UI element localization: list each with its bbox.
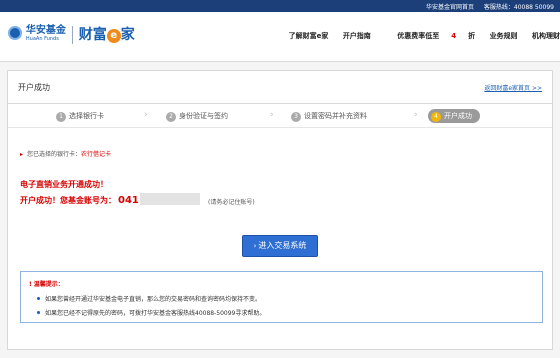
warning-icon: ! [29, 281, 32, 288]
tip-text: 如果您已经不记得原先的密码，可拨打华安基金客服热线40088-50099寻求帮助… [45, 310, 266, 317]
logo[interactable]: 华安基金 HuaAn Funds 财富 e 家 [8, 26, 135, 44]
nav-item-discount[interactable]: 优惠费率低至 4 折 [385, 32, 475, 40]
tips-title: ! 温馨提示： [29, 279, 64, 288]
bank-value: 农行借记卡 [81, 151, 112, 158]
brand-prefix: 财富 [78, 27, 107, 43]
brand-name: 财富 e 家 [79, 26, 135, 44]
step-arrow-icon: › [144, 110, 148, 120]
service-opened-message: 电子直销业务开通成功！ [20, 180, 108, 189]
brand-e-icon: e [106, 29, 121, 43]
logo-en: HuaAn Funds [25, 36, 59, 42]
step-label: 开户成功 [444, 112, 472, 120]
brand-suffix: 家 [120, 27, 135, 43]
top-links: 华安基金官网首页 客服热线：40088 50099 [418, 2, 554, 11]
step-number: 2 [166, 112, 176, 122]
title-divider [8, 103, 552, 104]
home-link[interactable]: 华安基金官网首页 [426, 4, 474, 11]
step-4-current: 4 开户成功 [428, 109, 480, 123]
nav-item-about[interactable]: 了解财富e家 [289, 32, 329, 40]
progress-steps: 1 选择银行卡 › 2 身份验证与签约 › 3 设置密码并补充资料 › 4 开户成功 [8, 109, 552, 123]
tip-text: 如果您曾经开通过华安基金电子直销，那么您的交易密码和查询密码均保持不变。 [45, 296, 262, 303]
account-label: 开户成功！您基金账号为： [20, 196, 116, 205]
tip-item: 如果您已经不记得原先的密码，可拨打华安基金客服热线40088-50099寻求帮助… [37, 308, 265, 317]
bullet-icon [37, 311, 40, 314]
step-1: 1 选择银行卡 [56, 109, 104, 123]
step-2: 2 身份验证与签约 [166, 109, 228, 123]
tips-title-text: 温馨提示： [33, 281, 64, 288]
hotline-text: 客服热线：40088 50099 [483, 4, 554, 11]
main-nav: 了解财富e家 开户指南 优惠费率低至 4 折 业务规则 机构理财 [277, 31, 560, 41]
nav-discount-after: 折 [468, 32, 476, 40]
content-panel: 开户成功 返回财富e家首页 >> 1 选择银行卡 › 2 身份验证与签约 › 3 设置… [7, 70, 553, 350]
step-3: 3 设置密码并补充资料 [291, 109, 367, 123]
enter-trading-label: 进入交易系统 [258, 241, 307, 250]
step-label: 选择银行卡 [69, 112, 104, 120]
enter-trading-button[interactable]: › 进入交易系统 [242, 235, 318, 257]
account-number-mask [140, 193, 200, 205]
remember-note: (请务必记住账号) [208, 199, 255, 206]
account-message: 开户成功！您基金账号为： 041 [20, 195, 139, 206]
bullet-arrow-icon: ▸ [20, 151, 24, 158]
nav-item-guide[interactable]: 开户指南 [343, 32, 371, 40]
step-number: 3 [291, 112, 301, 122]
tip-item: 如果您曾经开通过华安基金电子直销，那么您的交易密码和查询密码均保持不变。 [37, 294, 261, 303]
huaan-logo-icon [8, 26, 22, 40]
step-arrow-icon: › [270, 110, 274, 120]
logo-divider [71, 26, 73, 44]
bullet-icon [37, 297, 40, 300]
step-arrow-icon: › [414, 110, 418, 120]
step-label: 身份验证与签约 [179, 112, 228, 120]
nav-discount-before: 优惠费率低至 [397, 32, 440, 40]
step-number: 4 [431, 112, 441, 122]
tips-box: ! 温馨提示： 如果您曾经开通过华安基金电子直销，那么您的交易密码和查询密码均保持… [20, 271, 543, 323]
nav-item-institution[interactable]: 机构理财 [532, 32, 560, 40]
top-bar: 华安基金官网首页 客服热线：40088 50099 [0, 0, 560, 12]
logo-cn: 华安基金 [25, 25, 66, 36]
bank-label: 您已选择的银行卡： [27, 151, 82, 158]
steps-divider [8, 127, 552, 128]
step-number: 1 [56, 112, 66, 122]
chevron-right-icon: › [253, 242, 257, 250]
step-label: 设置密码并补充资料 [304, 112, 367, 120]
site-header: 华安基金 HuaAn Funds 财富 e 家 了解财富e家 开户指南 优惠费率低至… [0, 12, 560, 62]
back-home-link[interactable]: 返回财富e家首页 >> [484, 83, 542, 92]
selected-bank: ▸ 您已选择的银行卡：农行借记卡 [20, 149, 111, 158]
logo-text: 华安基金 HuaAn Funds [26, 26, 66, 42]
account-number: 041 [118, 195, 139, 206]
nav-item-rules[interactable]: 业务规则 [490, 32, 518, 40]
page-title: 开户成功 [18, 83, 50, 92]
nav-discount-number: 4 [451, 32, 457, 40]
